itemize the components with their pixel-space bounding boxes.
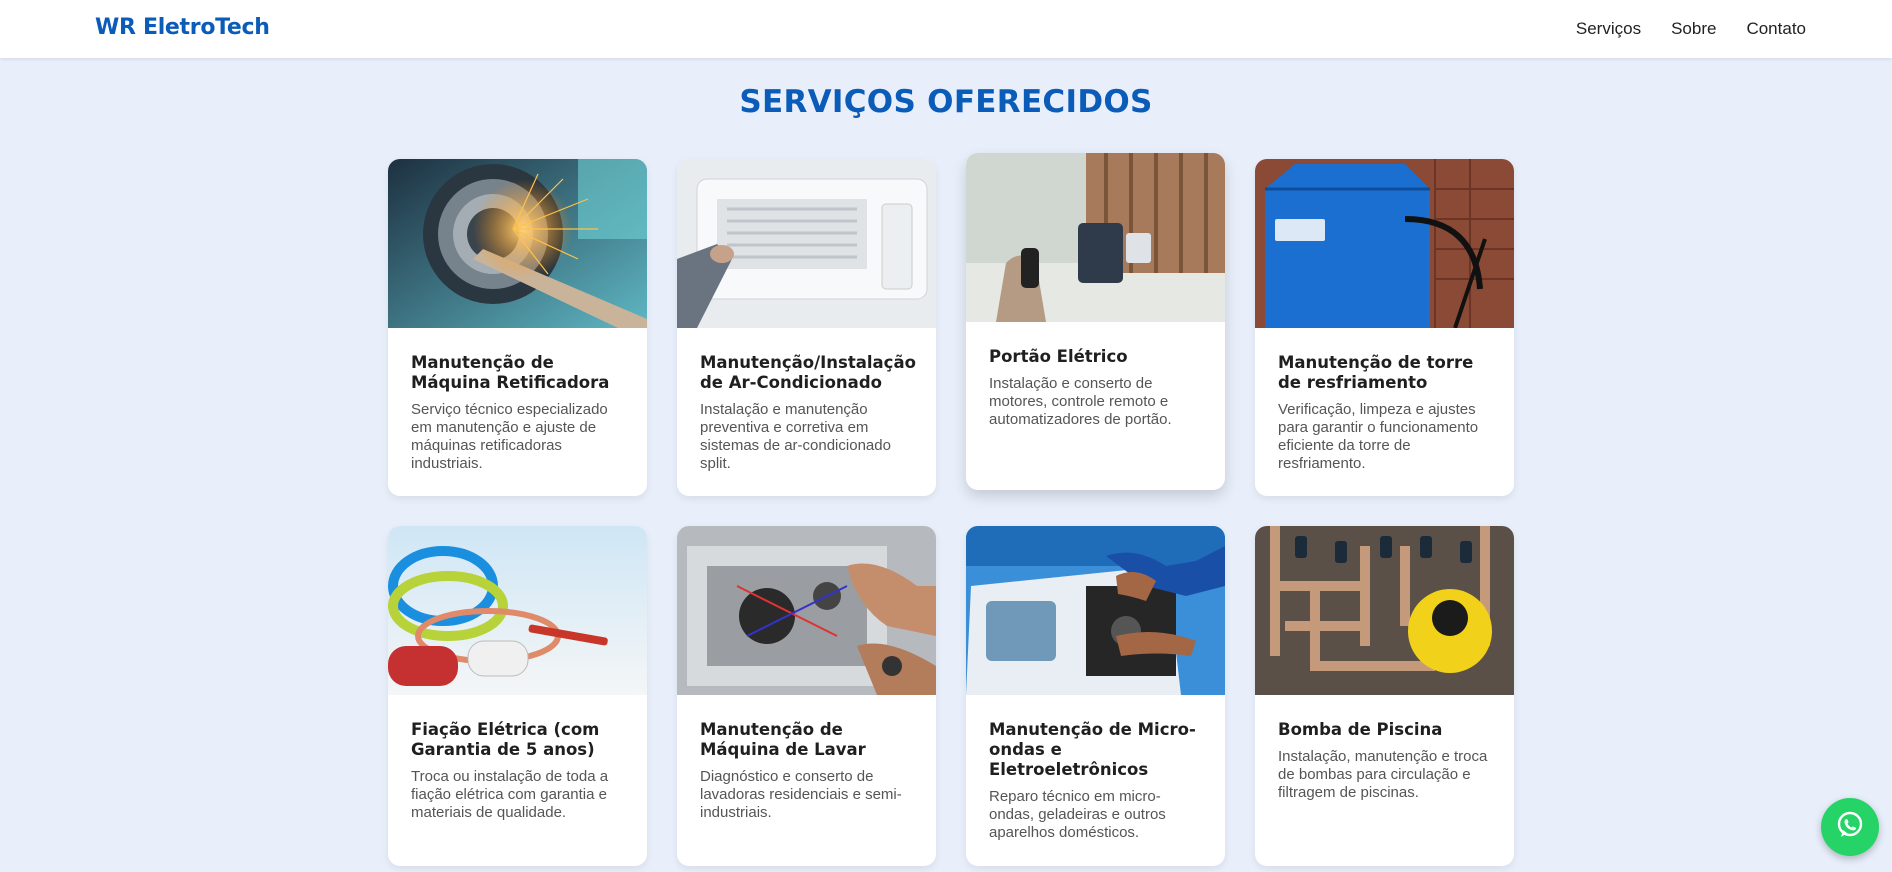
service-image-cooling-tower <box>1255 159 1514 328</box>
service-description: Diagnóstico e conserto de lavadoras resi… <box>700 768 902 821</box>
service-description: Serviço técnico especializado em manuten… <box>411 401 608 472</box>
service-title: Bomba de Piscina <box>1278 720 1443 739</box>
service-description: Instalação e manutenção preventiva e cor… <box>700 401 891 472</box>
service-description: Instalação e conserto de motores, contro… <box>989 375 1172 428</box>
service-image-electric-gate <box>966 153 1225 322</box>
service-image-washing-machine <box>677 526 936 695</box>
service-title: Manutenção/Instalação de Ar-Condicionado <box>700 353 916 392</box>
service-card-maquina-de-lavar[interactable]: Manutenção de Máquina de Lavar Diagnósti… <box>677 526 936 866</box>
service-description: Troca ou instalação de toda a fiação elé… <box>411 768 609 821</box>
card-body: Bomba de Piscina Instalação, manutenção … <box>1255 695 1514 822</box>
service-description: Reparo técnico em micro-ondas, geladeira… <box>989 788 1166 841</box>
service-title: Manutenção de torre de resfriamento <box>1278 353 1474 392</box>
card-body: Manutenção/Instalação de Ar-Condicionado… <box>677 328 936 493</box>
service-image-pool-pump <box>1255 526 1514 695</box>
logo[interactable]: WR EletroTech <box>95 15 270 40</box>
service-card-bomba-piscina[interactable]: Bomba de Piscina Instalação, manutenção … <box>1255 526 1514 866</box>
card-body: Manutenção de torre de resfriamento Veri… <box>1255 328 1514 493</box>
service-title: Manutenção de Máquina Retificadora <box>411 353 610 392</box>
service-card-retificadora[interactable]: Manutenção de Máquina Retificadora Servi… <box>388 159 647 496</box>
card-body: Manutenção de Micro-ondas e Eletroeletrô… <box>966 695 1225 862</box>
card-body: Manutenção de Máquina Retificadora Servi… <box>388 328 647 493</box>
service-card-portao-eletrico[interactable]: Portão Elétrico Instalação e conserto de… <box>966 153 1225 490</box>
card-body: Portão Elétrico Instalação e conserto de… <box>966 322 1225 449</box>
service-image-electrical-wiring <box>388 526 647 695</box>
service-title: Fiação Elétrica (com Garantia de 5 anos) <box>411 720 600 759</box>
service-image-microwave-repair <box>966 526 1225 695</box>
service-description: Verificação, limpeza e ajustes para gara… <box>1278 401 1479 472</box>
service-image-air-conditioner <box>677 159 936 328</box>
service-card-torre-resfriamento[interactable]: Manutenção de torre de resfriamento Veri… <box>1255 159 1514 496</box>
service-title: Manutenção de Micro-ondas e Eletroeletrô… <box>989 720 1196 779</box>
section-title: SERVIÇOS OFERECIDOS <box>739 84 1153 120</box>
nav-link-servicos[interactable]: Serviços <box>1576 19 1641 39</box>
whatsapp-icon <box>1834 809 1866 845</box>
whatsapp-button[interactable] <box>1821 798 1879 856</box>
nav-link-sobre[interactable]: Sobre <box>1671 19 1716 39</box>
nav-links: Serviços Sobre Contato <box>1576 19 1806 39</box>
card-body: Manutenção de Máquina de Lavar Diagnósti… <box>677 695 936 842</box>
service-description: Instalação, manutenção e troca de bombas… <box>1278 748 1488 801</box>
service-card-micro-ondas[interactable]: Manutenção de Micro-ondas e Eletroeletrô… <box>966 526 1225 866</box>
service-title: Portão Elétrico <box>989 347 1128 366</box>
service-card-fiacao-eletrica[interactable]: Fiação Elétrica (com Garantia de 5 anos)… <box>388 526 647 866</box>
service-title: Manutenção de Máquina de Lavar <box>700 720 866 759</box>
navbar: WR EletroTech Serviços Sobre Contato <box>0 0 1892 58</box>
card-body: Fiação Elétrica (com Garantia de 5 anos)… <box>388 695 647 842</box>
service-card-ar-condicionado[interactable]: Manutenção/Instalação de Ar-Condicionado… <box>677 159 936 496</box>
nav-link-contato[interactable]: Contato <box>1746 19 1806 39</box>
service-image-grinding-machine <box>388 159 647 328</box>
